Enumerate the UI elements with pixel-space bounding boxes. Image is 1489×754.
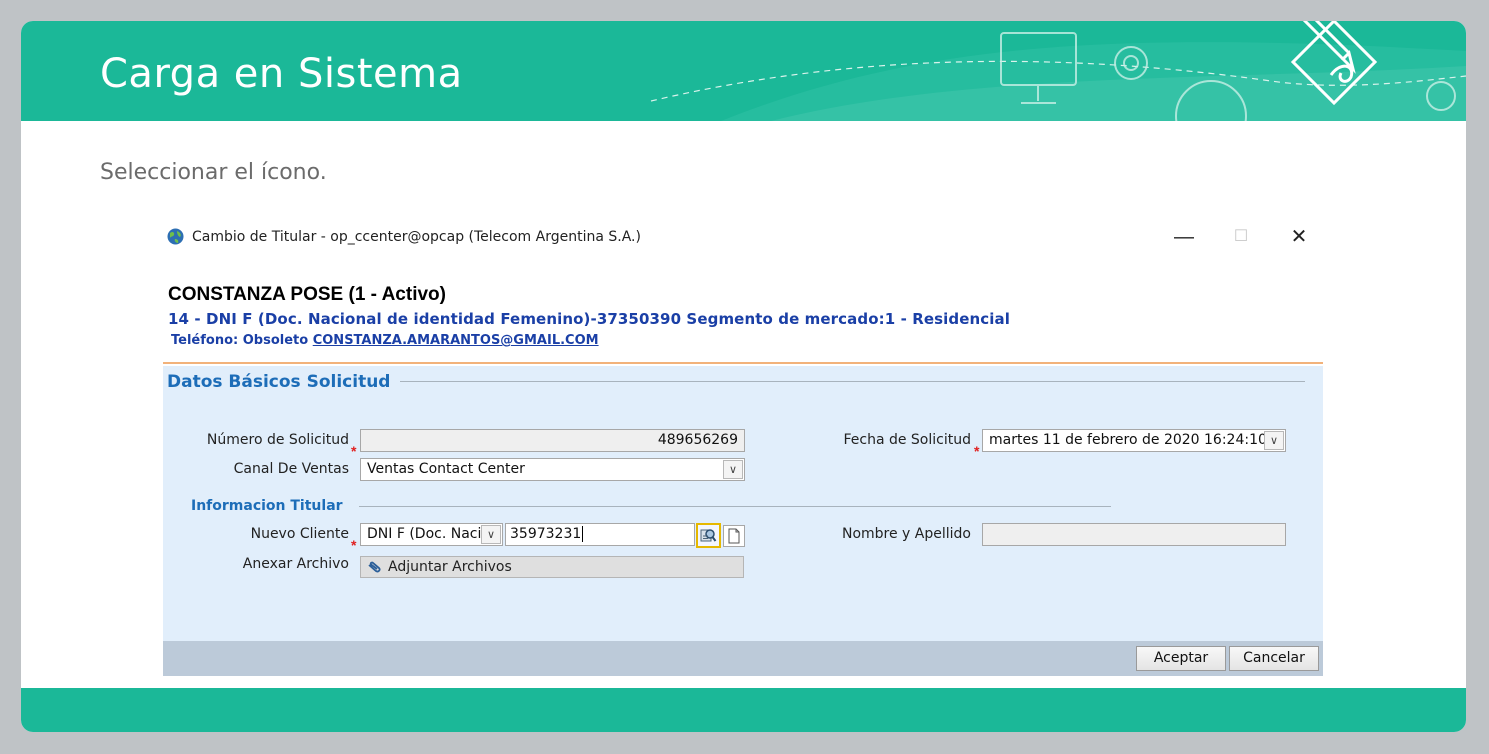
- cancel-button[interactable]: Cancelar: [1229, 646, 1319, 671]
- anexar-archivo-label: Anexar Archivo: [242, 556, 349, 572]
- doc-type-value: DNI F (Doc. Naci: [367, 526, 482, 542]
- customer-name: CONSTANZA POSE (1 - Activo): [168, 284, 446, 305]
- required-mark: *: [974, 443, 980, 459]
- app-window: Cambio de Titular - op_ccenter@opcap (Te…: [163, 217, 1323, 676]
- email-link[interactable]: CONSTANZA.AMARANTOS@GMAIL.COM: [313, 333, 599, 348]
- attach-files-label: Adjuntar Archivos: [388, 559, 512, 575]
- nombre-apellido-label: Nombre y Apellido: [841, 526, 971, 542]
- accept-button[interactable]: Aceptar: [1136, 646, 1226, 671]
- subsection-title: Informacion Titular: [191, 498, 343, 514]
- new-document-button[interactable]: [723, 525, 745, 547]
- canal-ventas-value: Ventas Contact Center: [367, 461, 525, 477]
- footer-bar: [21, 688, 1466, 732]
- doc-type-select[interactable]: DNI F (Doc. Naci ∨: [360, 523, 503, 546]
- chevron-down-icon[interactable]: ∨: [1264, 431, 1284, 450]
- action-bar: Aceptar Cancelar: [163, 641, 1323, 676]
- canal-ventas-label: Canal De Ventas: [233, 461, 349, 477]
- required-mark: *: [351, 443, 357, 459]
- canal-ventas-select[interactable]: Ventas Contact Center ∨: [360, 458, 745, 481]
- subsection-divider: [359, 506, 1111, 507]
- edit-pen-icon: [1290, 21, 1378, 106]
- section-divider: [400, 381, 1305, 382]
- globe-icon: [167, 228, 184, 245]
- required-mark: *: [351, 537, 357, 553]
- instruction-text: Seleccionar el ícono.: [100, 160, 327, 185]
- fecha-solicitud-value: martes 11 de febrero de 2020 16:24:10: [989, 432, 1267, 448]
- doc-number-value: 35973231: [510, 526, 582, 542]
- document-icon: [728, 528, 740, 544]
- search-client-button[interactable]: [696, 523, 721, 548]
- header-banner: Carga en Sistema: [21, 21, 1466, 121]
- attach-files-button[interactable]: Adjuntar Archivos: [360, 556, 744, 578]
- phone-label: Teléfono: Obsoleto: [171, 333, 309, 348]
- section-title: Datos Básicos Solicitud: [167, 372, 391, 392]
- window-titlebar: Cambio de Titular - op_ccenter@opcap (Te…: [163, 217, 1323, 257]
- divider: [163, 362, 1323, 364]
- customer-document: 14 - DNI F (Doc. Nacional de identidad F…: [168, 310, 1011, 328]
- chevron-down-icon[interactable]: ∨: [723, 460, 743, 479]
- customer-contact: Teléfono: Obsoleto CONSTANZA.AMARANTOS@G…: [171, 333, 599, 348]
- search-client-icon: [700, 529, 717, 542]
- fecha-solicitud-label: Fecha de Solicitud: [843, 432, 971, 448]
- doc-number-input[interactable]: 35973231: [505, 523, 695, 546]
- maximize-button[interactable]: ☐: [1221, 223, 1261, 251]
- window-title: Cambio de Titular - op_ccenter@opcap (Te…: [192, 229, 641, 245]
- minimize-button[interactable]: —: [1164, 223, 1204, 251]
- numero-solicitud-label: Número de Solicitud: [206, 432, 349, 448]
- nuevo-cliente-label: Nuevo Cliente: [250, 526, 349, 542]
- slide-title: Carga en Sistema: [100, 51, 463, 97]
- fecha-solicitud-select[interactable]: martes 11 de febrero de 2020 16:24:10 ∨: [982, 429, 1286, 452]
- paperclip-icon: [368, 561, 381, 573]
- chevron-down-icon[interactable]: ∨: [481, 525, 501, 544]
- numero-solicitud-field[interactable]: 489656269: [360, 429, 745, 452]
- close-button[interactable]: ✕: [1279, 223, 1319, 251]
- form-panel: Datos Básicos Solicitud Número de Solici…: [163, 366, 1323, 641]
- slide: Carga en Sistema Seleccionar el ícono. C…: [21, 21, 1466, 732]
- nombre-apellido-field[interactable]: [982, 523, 1286, 546]
